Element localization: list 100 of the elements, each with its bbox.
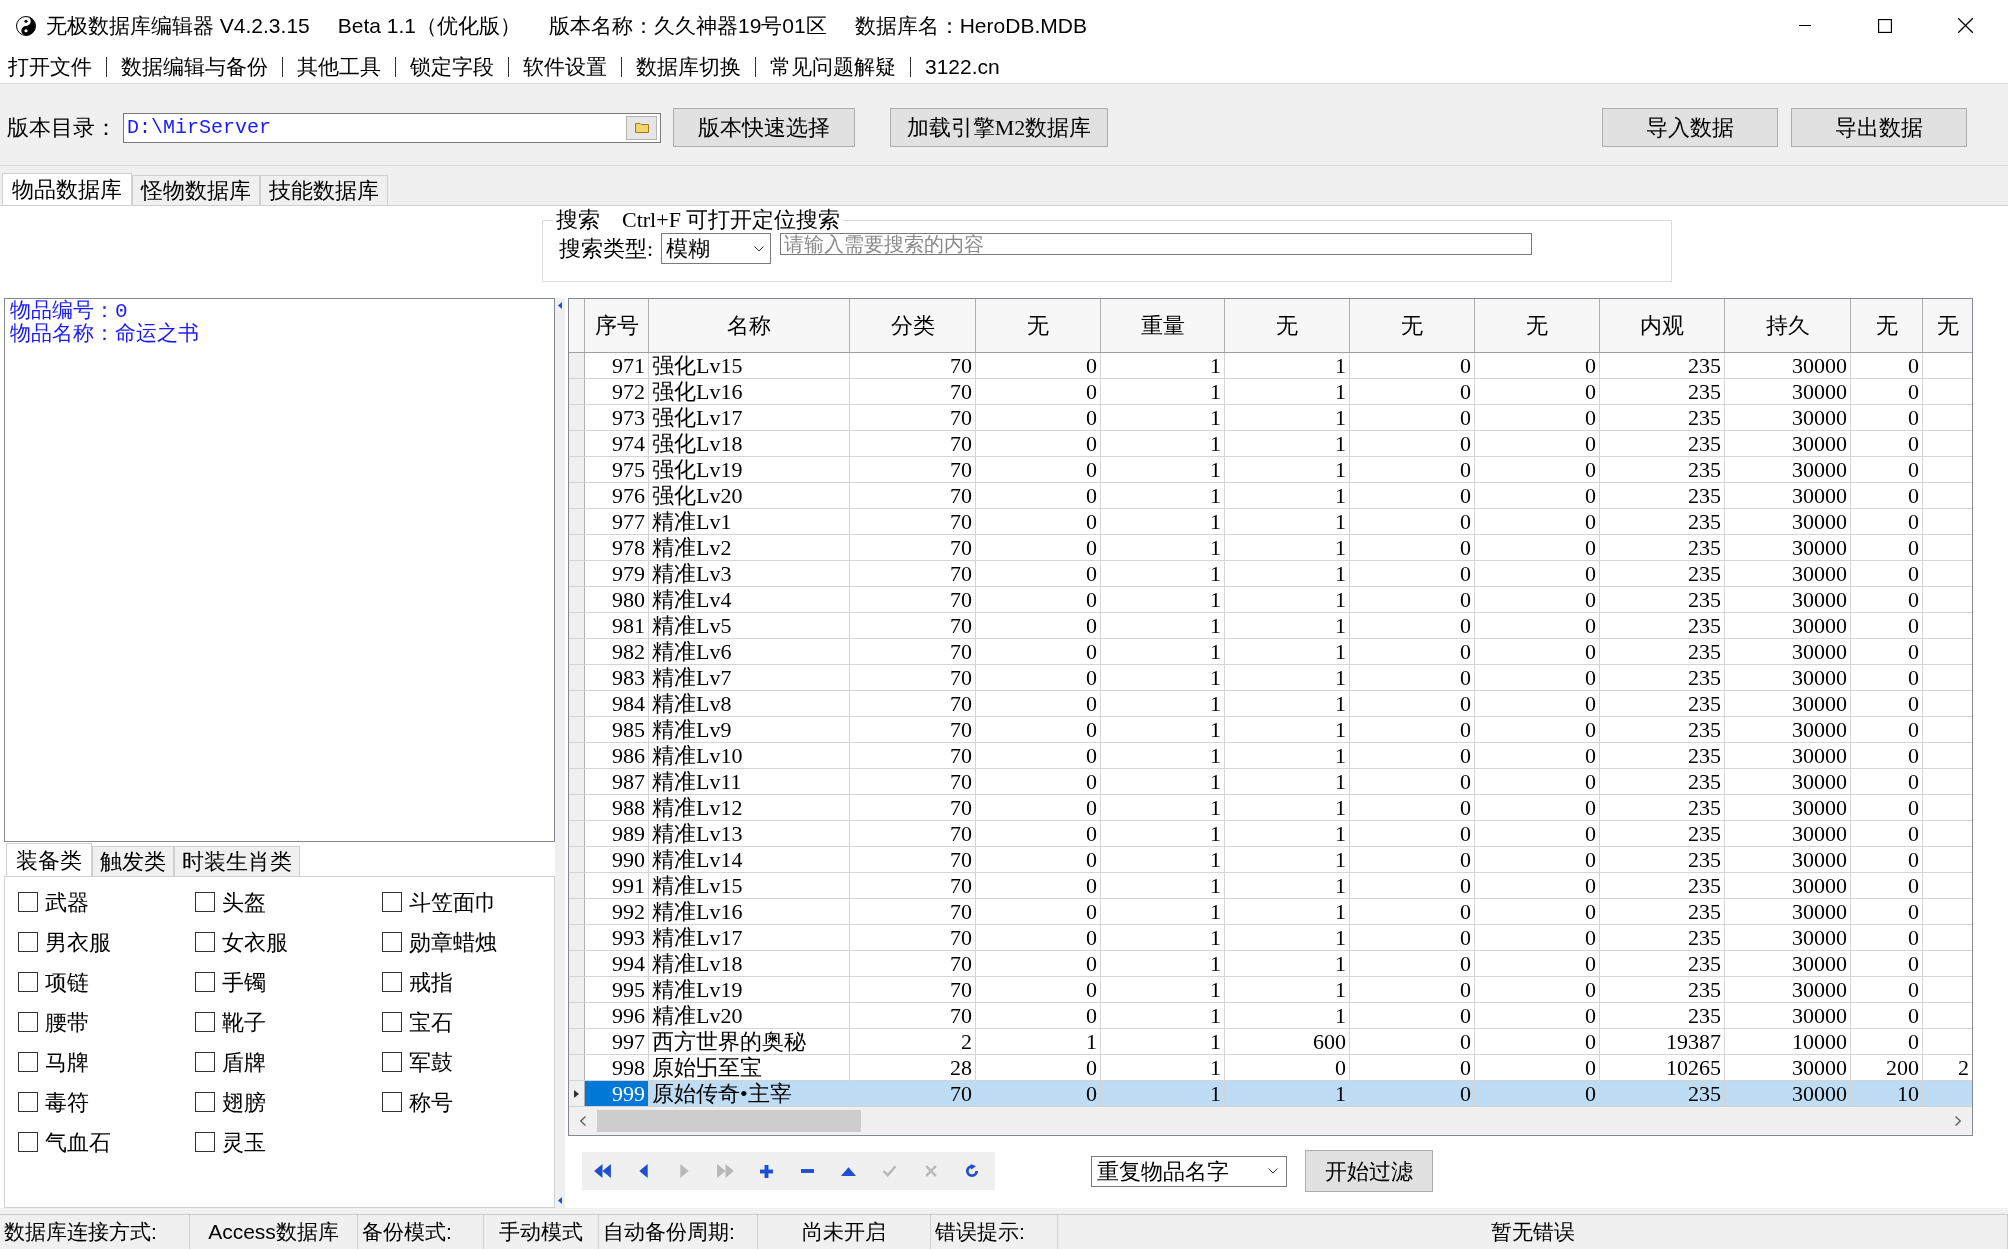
table-row[interactable]: 982 精准Lv6 70 0 1 1 0 0 235 30000 0 — [569, 639, 1972, 665]
column-header[interactable]: 序号 — [585, 299, 649, 352]
checkbox[interactable] — [195, 1092, 215, 1112]
toolbar-button[interactable]: 导出数据 — [1791, 108, 1967, 147]
tab[interactable]: 触发类 — [92, 846, 174, 876]
column-header[interactable]: 无 — [976, 299, 1101, 352]
table-row[interactable]: 987 精准Lv11 70 0 1 1 0 0 235 30000 0 — [569, 769, 1972, 795]
checkbox[interactable] — [18, 1012, 38, 1032]
table-row[interactable]: 992 精准Lv16 70 0 1 1 0 0 235 30000 0 — [569, 899, 1972, 925]
table-row[interactable]: 975 强化Lv19 70 0 1 1 0 0 235 30000 0 — [569, 457, 1972, 483]
tab[interactable]: 怪物数据库 — [132, 175, 260, 205]
directory-field[interactable]: D:\MirServer — [123, 112, 661, 143]
menu-item[interactable]: 打开文件 — [8, 51, 92, 83]
table-row[interactable]: 980 精准Lv4 70 0 1 1 0 0 235 30000 0 — [569, 587, 1972, 613]
checkbox[interactable] — [195, 972, 215, 992]
menu-item[interactable]: 其他工具 — [297, 51, 381, 83]
splitter-arrow-icon[interactable] — [558, 1197, 562, 1204]
table-row[interactable]: 993 精准Lv17 70 0 1 1 0 0 235 30000 0 — [569, 925, 1972, 951]
checkbox[interactable] — [382, 1092, 402, 1112]
column-header[interactable]: 无 — [1350, 299, 1475, 352]
column-header[interactable]: 持久 — [1725, 299, 1851, 352]
column-header[interactable]: 重量 — [1101, 299, 1225, 352]
table-row[interactable]: 983 精准Lv7 70 0 1 1 0 0 235 30000 0 — [569, 665, 1972, 691]
column-header[interactable]: 分类 — [850, 299, 976, 352]
checkbox[interactable] — [18, 1132, 38, 1152]
table-row[interactable]: 977 精准Lv1 70 0 1 1 0 0 235 30000 0 — [569, 509, 1972, 535]
checkbox[interactable] — [18, 1052, 38, 1072]
menu-item[interactable]: 数据编辑与备份 — [121, 51, 268, 83]
table-row[interactable]: 998 原始卐至宝 28 0 1 0 0 0 10265 30000 200 2 — [569, 1055, 1972, 1081]
toolbar-button[interactable]: 导入数据 — [1602, 108, 1778, 147]
menu-item[interactable]: 常见问题解疑 — [770, 51, 896, 83]
table-row[interactable]: 995 精准Lv19 70 0 1 1 0 0 235 30000 0 — [569, 977, 1972, 1003]
table-row[interactable]: 984 精准Lv8 70 0 1 1 0 0 235 30000 0 — [569, 691, 1972, 717]
filter-dropdown[interactable]: 重复物品名字 — [1091, 1155, 1287, 1187]
filter-button[interactable]: 开始过滤 — [1305, 1150, 1433, 1192]
browse-button[interactable] — [626, 115, 657, 140]
refresh-icon[interactable] — [964, 1164, 979, 1178]
minimize-icon[interactable] — [1798, 25, 1812, 26]
menu-item[interactable]: 锁定字段 — [410, 51, 494, 83]
menu-item[interactable]: 3122.cn — [925, 51, 1000, 83]
checkbox[interactable] — [382, 1012, 402, 1032]
checkbox[interactable] — [195, 1132, 215, 1152]
checkbox[interactable] — [195, 1012, 215, 1032]
table-cell: 0 — [976, 509, 1101, 534]
checkbox[interactable] — [382, 892, 402, 912]
column-header[interactable]: 无 — [1475, 299, 1600, 352]
menu-item[interactable]: 软件设置 — [523, 51, 607, 83]
splitter-arrow-icon[interactable] — [558, 302, 562, 309]
chevron-left-icon[interactable] — [580, 1116, 586, 1126]
checkbox[interactable] — [195, 1052, 215, 1072]
table-row[interactable]: 997 西方世界的奥秘 2 1 1 600 0 0 19387 10000 0 — [569, 1029, 1972, 1055]
plus-icon[interactable] — [760, 1164, 773, 1178]
column-header[interactable]: 无 — [1851, 299, 1923, 352]
table-row[interactable]: 973 强化Lv17 70 0 1 1 0 0 235 30000 0 — [569, 405, 1972, 431]
checkbox[interactable] — [195, 892, 215, 912]
column-header[interactable]: 无 — [1225, 299, 1350, 352]
table-row[interactable]: 990 精准Lv14 70 0 1 1 0 0 235 30000 0 — [569, 847, 1972, 873]
toolbar-button[interactable]: 版本快速选择 — [673, 108, 855, 147]
checkbox[interactable] — [18, 932, 38, 952]
tab[interactable]: 技能数据库 — [260, 175, 388, 205]
table-row[interactable]: 994 精准Lv18 70 0 1 1 0 0 235 30000 0 — [569, 951, 1972, 977]
table-row[interactable]: 979 精准Lv3 70 0 1 1 0 0 235 30000 0 — [569, 561, 1972, 587]
left-arrow-icon[interactable] — [639, 1164, 648, 1178]
checkbox[interactable] — [18, 972, 38, 992]
table-row[interactable]: 986 精准Lv10 70 0 1 1 0 0 235 30000 0 — [569, 743, 1972, 769]
table-row[interactable]: 971 强化Lv15 70 0 1 1 0 0 235 30000 0 — [569, 353, 1972, 379]
table-row[interactable]: 976 强化Lv20 70 0 1 1 0 0 235 30000 0 — [569, 483, 1972, 509]
table-row[interactable]: 981 精准Lv5 70 0 1 1 0 0 235 30000 0 — [569, 613, 1972, 639]
column-header[interactable]: 内观 — [1600, 299, 1725, 352]
search-field[interactable]: 请输入需要搜索的内容 — [780, 233, 1533, 255]
menu-item[interactable]: 数据库切换 — [636, 51, 741, 83]
table-row[interactable]: 989 精准Lv13 70 0 1 1 0 0 235 30000 0 — [569, 821, 1972, 847]
chevron-right-icon[interactable] — [1955, 1116, 1961, 1126]
checkbox[interactable] — [18, 1092, 38, 1112]
table-row[interactable]: 999 原始传奇•主宰 70 0 1 1 0 0 235 30000 10 — [569, 1081, 1972, 1107]
table-row[interactable]: 972 强化Lv16 70 0 1 1 0 0 235 30000 0 — [569, 379, 1972, 405]
scrollbar-thumb[interactable] — [597, 1110, 861, 1132]
close-icon[interactable] — [1957, 18, 1973, 33]
checkbox[interactable] — [382, 1052, 402, 1072]
column-header[interactable]: 无 — [1923, 299, 1972, 352]
tab[interactable]: 物品数据库 — [2, 173, 132, 205]
tab[interactable]: 时装生肖类 — [174, 846, 300, 876]
table-row[interactable]: 988 精准Lv12 70 0 1 1 0 0 235 30000 0 — [569, 795, 1972, 821]
horizontal-scrollbar[interactable] — [569, 1107, 1972, 1135]
toolbar-button[interactable]: 加载引擎M2数据库 — [890, 108, 1108, 147]
table-row[interactable]: 974 强化Lv18 70 0 1 1 0 0 235 30000 0 — [569, 431, 1972, 457]
checkbox[interactable] — [382, 972, 402, 992]
double-left-arrow-icon[interactable] — [594, 1164, 611, 1178]
table-row[interactable]: 985 精准Lv9 70 0 1 1 0 0 235 30000 0 — [569, 717, 1972, 743]
checkbox[interactable] — [18, 892, 38, 912]
checkbox[interactable] — [382, 932, 402, 952]
column-header[interactable]: 名称 — [649, 299, 850, 352]
table-row[interactable]: 991 精准Lv15 70 0 1 1 0 0 235 30000 0 — [569, 873, 1972, 899]
search-type-dropdown[interactable]: 模糊 — [661, 233, 772, 264]
maximize-icon[interactable] — [1878, 18, 1892, 33]
table-row[interactable]: 996 精准Lv20 70 0 1 1 0 0 235 30000 0 — [569, 1003, 1972, 1029]
up-triangle-icon[interactable] — [841, 1166, 856, 1176]
table-row[interactable]: 978 精准Lv2 70 0 1 1 0 0 235 30000 0 — [569, 535, 1972, 561]
tab[interactable]: 装备类 — [6, 843, 92, 876]
checkbox[interactable] — [195, 932, 215, 952]
